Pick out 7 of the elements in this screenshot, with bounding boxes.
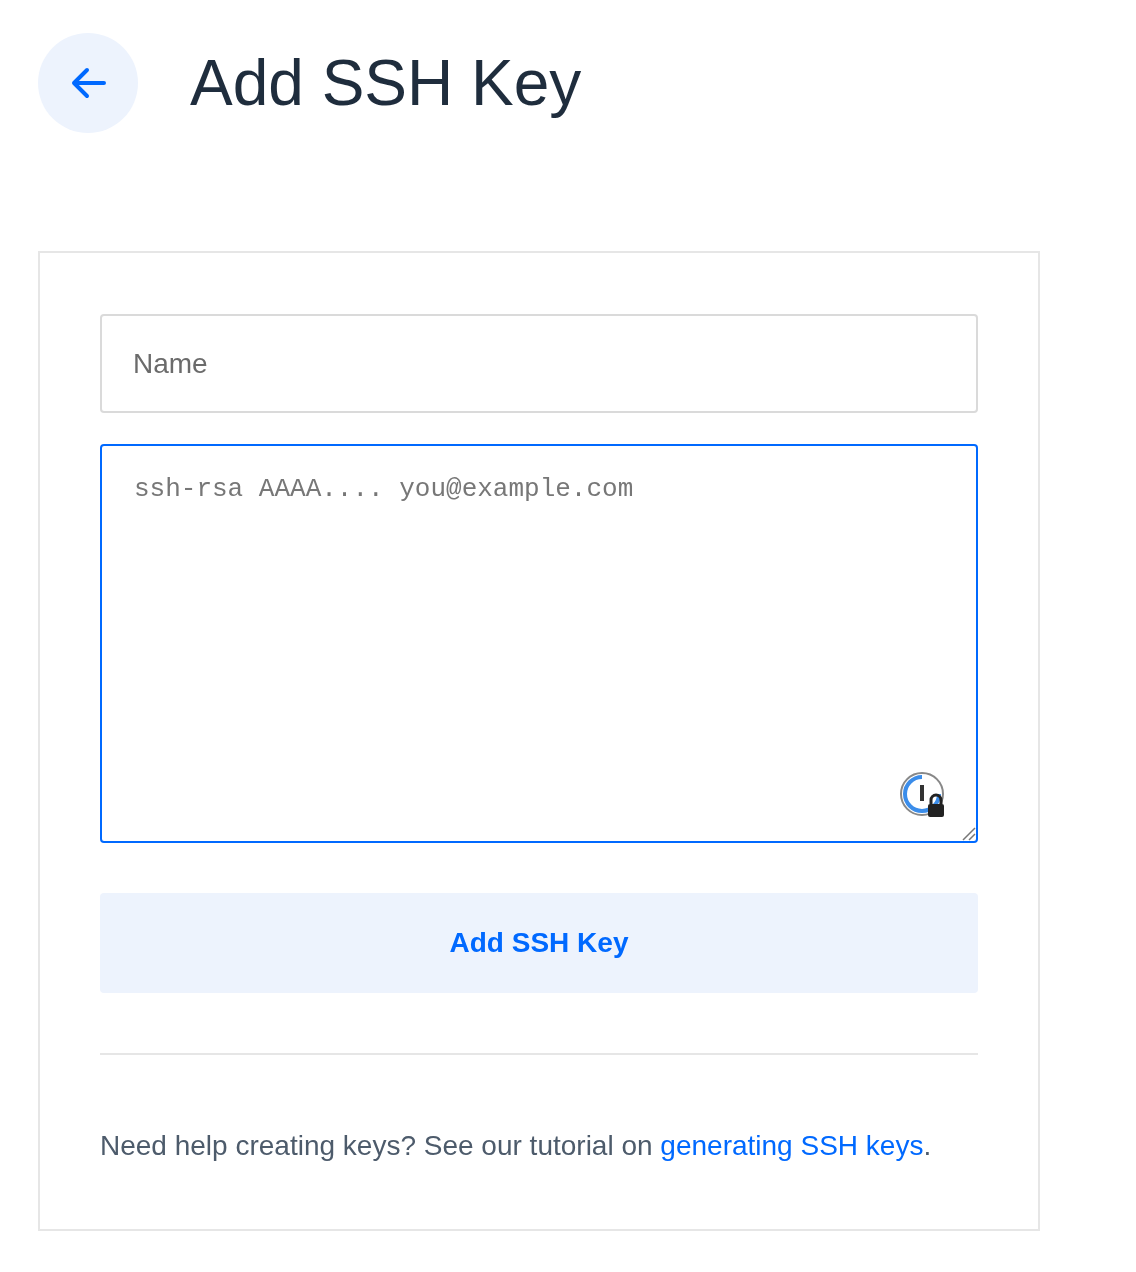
tutorial-link[interactable]: generating SSH keys [660,1130,924,1161]
help-text: Need help creating keys? See our tutorial on generating SSH keys. [100,1129,933,1163]
add-ssh-key-button[interactable]: Add SSH Key [100,893,978,993]
resize-handle-icon[interactable] [960,825,976,841]
ssh-key-input-field[interactable]: ssh-rsa AAAA.... you@example.com [100,444,978,843]
back-arrow-icon [70,67,106,99]
name-input-field[interactable]: Name [100,314,978,413]
